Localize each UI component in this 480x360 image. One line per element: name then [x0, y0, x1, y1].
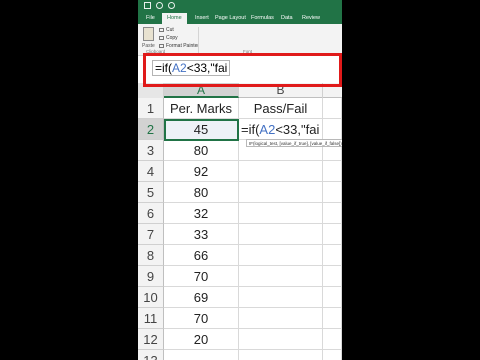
redo-icon[interactable]	[168, 2, 175, 9]
result-cell[interactable]	[239, 266, 323, 287]
brush-icon	[159, 43, 164, 48]
paste-icon[interactable]	[143, 27, 154, 41]
empty-cell[interactable]	[323, 182, 342, 203]
tab-file[interactable]: File	[146, 14, 155, 22]
row-header[interactable]: 7	[138, 224, 164, 245]
tab-data[interactable]: Data	[281, 14, 293, 22]
row-header[interactable]: 8	[138, 245, 164, 266]
row-header[interactable]: 6	[138, 203, 164, 224]
marks-cell[interactable]: 70	[164, 308, 239, 329]
empty-cell[interactable]	[323, 245, 342, 266]
tab-formulas[interactable]: Formulas	[251, 14, 274, 22]
row-header[interactable]: 4	[138, 161, 164, 182]
marks-cell[interactable]: 69	[164, 287, 239, 308]
row-header[interactable]: 10	[138, 287, 164, 308]
save-icon[interactable]	[144, 2, 151, 9]
cut-button[interactable]: Cut	[159, 27, 174, 33]
ribbon-tabs: File Home Insert Page Layout Formulas Da…	[138, 12, 342, 24]
empty-cell[interactable]	[323, 329, 342, 350]
marks-cell[interactable]: 33	[164, 224, 239, 245]
marks-cell[interactable]: 70	[164, 266, 239, 287]
marks-cell[interactable]: 80	[164, 140, 239, 161]
formula-highlight-box	[143, 53, 342, 87]
empty-cell[interactable]	[323, 161, 342, 182]
tab-home[interactable]: Home	[162, 13, 187, 24]
marks-cell[interactable]: 45	[164, 119, 239, 140]
ribbon-home: Paste Cut Copy Format Painter Clipboard …	[138, 24, 342, 56]
empty-cell[interactable]	[323, 98, 342, 119]
row-header[interactable]: 1	[138, 98, 164, 119]
header-cell-result[interactable]: Pass/Fail	[239, 98, 323, 119]
scissors-icon	[159, 27, 164, 32]
row-header[interactable]: 12	[138, 329, 164, 350]
empty-cell[interactable]	[323, 308, 342, 329]
row-header[interactable]: 5	[138, 182, 164, 203]
tab-review[interactable]: Review	[302, 14, 320, 22]
empty-cell[interactable]	[323, 203, 342, 224]
copy-button[interactable]: Copy	[159, 35, 178, 41]
header-cell-marks[interactable]: Per. Marks	[164, 98, 239, 119]
marks-cell[interactable]: 32	[164, 203, 239, 224]
row-header[interactable]: 9	[138, 266, 164, 287]
empty-cell[interactable]	[323, 224, 342, 245]
function-tooltip: IF(logical_test, [value_if_true], [value…	[246, 139, 342, 147]
marks-cell[interactable]: 66	[164, 245, 239, 266]
row-header[interactable]: 3	[138, 140, 164, 161]
row-header[interactable]: 11	[138, 308, 164, 329]
result-cell[interactable]	[239, 182, 323, 203]
marks-cell[interactable]: 80	[164, 182, 239, 203]
result-cell[interactable]	[239, 308, 323, 329]
editing-cell[interactable]: =if(A2<33,"fai	[239, 119, 323, 140]
result-cell[interactable]	[239, 161, 323, 182]
empty-cell[interactable]	[323, 350, 342, 360]
undo-icon[interactable]	[156, 2, 163, 9]
tab-page-layout[interactable]: Page Layout	[215, 14, 246, 22]
marks-cell[interactable]: 92	[164, 161, 239, 182]
marks-cell[interactable]: 20	[164, 329, 239, 350]
group-divider	[198, 27, 199, 53]
marks-cell[interactable]	[164, 350, 239, 360]
row-header[interactable]: 13	[138, 350, 164, 360]
empty-cell[interactable]	[323, 119, 342, 140]
result-cell[interactable]	[239, 224, 323, 245]
result-cell[interactable]	[239, 329, 323, 350]
cell-reference: A2	[259, 122, 276, 137]
row-header[interactable]: 2	[138, 119, 164, 140]
empty-cell[interactable]	[323, 266, 342, 287]
result-cell[interactable]	[239, 350, 323, 360]
result-cell[interactable]	[239, 245, 323, 266]
empty-cell[interactable]	[323, 287, 342, 308]
result-cell[interactable]	[239, 287, 323, 308]
copy-icon	[159, 35, 164, 40]
result-cell[interactable]	[239, 203, 323, 224]
tab-insert[interactable]: Insert	[195, 14, 209, 22]
title-bar	[138, 0, 342, 12]
